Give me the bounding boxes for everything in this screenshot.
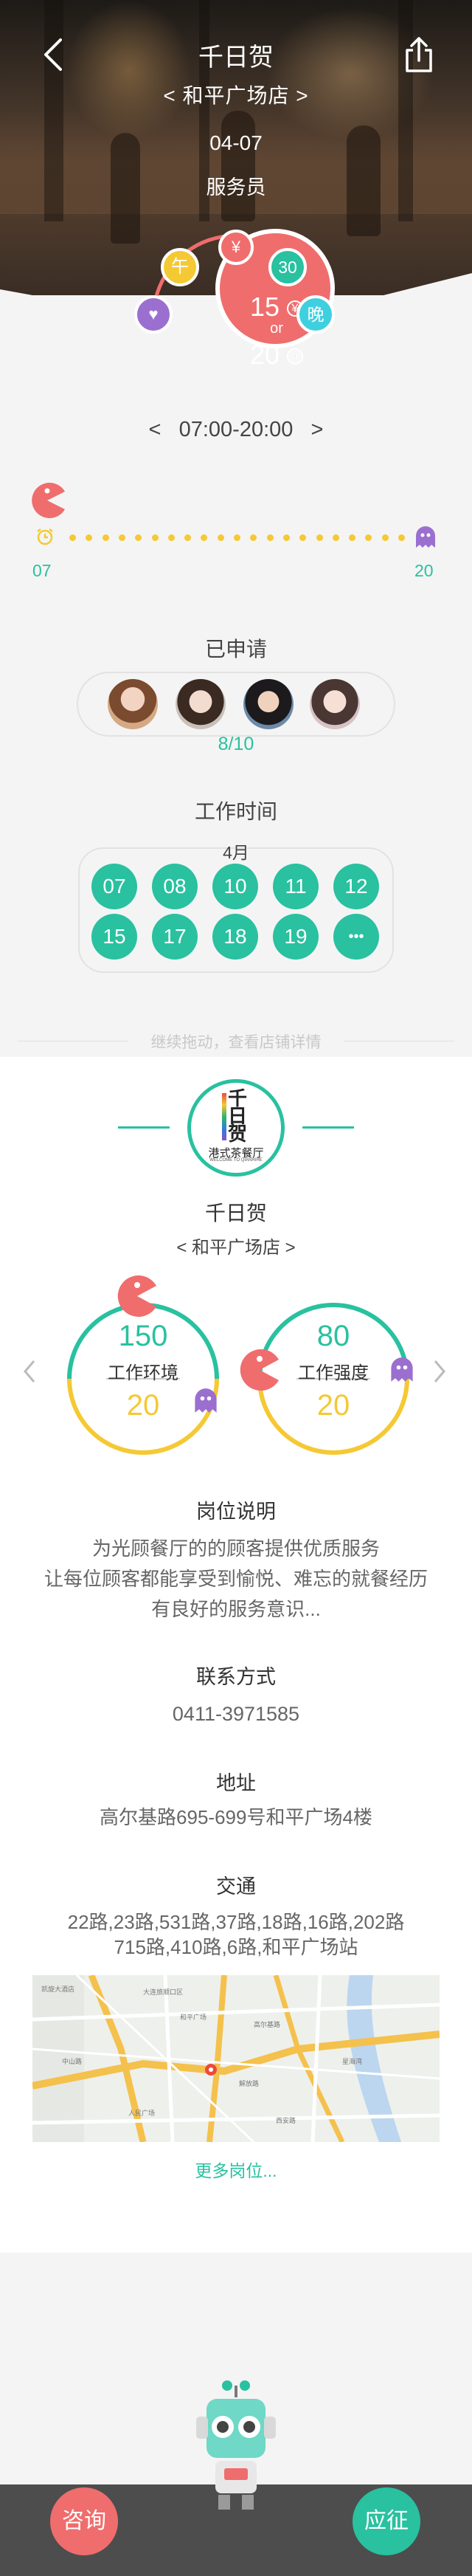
next-arrow[interactable]: [431, 1358, 448, 1385]
position-label: 服务员: [206, 176, 266, 199]
job-desc-line: 让每位顾客都能享受到愉悦、难忘的就餐经历: [44, 1568, 428, 1590]
timeline-dot: [250, 534, 257, 541]
applied-count: 8/10: [218, 734, 254, 754]
timeline-dot: [234, 534, 240, 541]
calendar-day[interactable]: 15: [91, 914, 137, 960]
calendar-day[interactable]: 08: [152, 864, 198, 909]
calendar-day[interactable]: 12: [333, 864, 379, 909]
avatar[interactable]: [310, 679, 360, 729]
date-label: 04-07: [209, 131, 263, 154]
prev-arrow[interactable]: [21, 1358, 38, 1385]
timeline-end: 20: [414, 561, 434, 580]
location-map[interactable]: 凯旋大酒店 大连旅顺口区和平广场 高尔基路中山路解放路 星海湾人民广场西安路: [32, 1975, 440, 2142]
timeline-dot: [299, 534, 307, 541]
rating-top-value: 80: [316, 1320, 350, 1352]
pacman-icon: [32, 483, 65, 518]
timeline-dot: [217, 534, 224, 541]
calendar-day[interactable]: 18: [212, 914, 258, 960]
timeline-dot: [167, 534, 175, 541]
contact-phone[interactable]: 0411-3971585: [0, 1699, 472, 1729]
yen-icon: ¥: [218, 230, 254, 265]
job-desc-line: 有良好的服务意识...: [151, 1598, 321, 1620]
shop-name: 千日贺: [204, 1202, 267, 1225]
timeline-dot: [118, 534, 125, 541]
work-time-title: 工作时间: [194, 800, 277, 823]
heart-icon: ♥: [134, 295, 173, 334]
branch-selector[interactable]: < 和平广场店 >: [0, 80, 472, 109]
timeline-dot: [349, 534, 356, 541]
timeline-dot: [135, 534, 142, 541]
calendar-day[interactable]: 17: [152, 914, 198, 960]
svg-text:解放路: 解放路: [239, 2079, 259, 2088]
rating-top-value: 150: [118, 1320, 168, 1352]
job-desc-title: 岗位说明: [196, 1501, 276, 1523]
page-title: 千日贺: [198, 44, 274, 72]
time-range-selector[interactable]: < 07:00-20:00 >: [0, 418, 472, 442]
svg-text:凯旋大酒店: 凯旋大酒店: [41, 1985, 74, 1994]
rating-label: 工作强度: [298, 1363, 369, 1383]
timeline-dot: [102, 534, 109, 541]
svg-text:人民广场: 人民广场: [128, 2109, 155, 2118]
thirty-badge: 30: [268, 248, 307, 286]
timeline-dot: [365, 534, 372, 541]
timeline-dot: [86, 534, 93, 541]
contact-title: 联系方式: [196, 1666, 276, 1688]
wage-alt: 20: [249, 340, 280, 370]
consult-button[interactable]: 咨询: [50, 2487, 118, 2555]
rating-bottom-value: 20: [316, 1389, 350, 1422]
calendar-day[interactable]: 10: [212, 864, 258, 909]
traffic-title: 交通: [216, 1876, 256, 1898]
lunch-badge: 午: [161, 248, 199, 286]
ghost-icon: [416, 526, 435, 548]
timeline-start: 07: [32, 561, 52, 580]
avatar[interactable]: [108, 679, 158, 729]
more-jobs-link[interactable]: 更多岗位...: [0, 2157, 472, 2182]
alt-unit: @: [287, 348, 304, 365]
timeline-dot: [184, 534, 192, 541]
shop-logo: 千日贺 港式茶餐厅 WELCOME TO QIANRIHE: [187, 1079, 285, 1177]
wage-hourly: 15: [249, 292, 280, 322]
avatar[interactable]: [176, 679, 226, 729]
timeline-dot: [381, 534, 389, 541]
apply-button[interactable]: 应征: [353, 2487, 420, 2555]
svg-text:西安路: 西安路: [276, 2116, 296, 2125]
calendar-day[interactable]: 07: [91, 864, 137, 909]
timeline-dot: [151, 534, 159, 541]
address-text: 高尔基路695-699号和平广场4楼: [100, 1806, 372, 1828]
svg-text:大连旅顺口区: 大连旅顺口区: [143, 1988, 183, 1997]
rating-bottom-value: 20: [126, 1389, 160, 1422]
applied-title: 已申请: [204, 638, 267, 661]
drag-hint: 继续拖动，查看店铺详情: [150, 1034, 322, 1051]
calendar-month: 4月: [223, 843, 249, 862]
job-desc-line: 为光顾餐厅的的顾客提供优质服务: [91, 1537, 380, 1560]
dinner-badge: 晚: [296, 295, 335, 334]
timeline-dot: [398, 534, 405, 541]
svg-text:高尔基路: 高尔基路: [254, 2020, 280, 2029]
shop-branch-selector[interactable]: < 和平广场店 >: [0, 1233, 472, 1258]
avatar[interactable]: [243, 679, 294, 729]
timeline-dot: [201, 534, 208, 541]
pacman-icon: [117, 1275, 156, 1317]
timeline-dot: [69, 534, 76, 541]
timeline-dot: [332, 534, 339, 541]
alarm-icon: [37, 528, 53, 545]
timeline-dot: [316, 534, 323, 541]
robot-mascot: [196, 2380, 276, 2510]
more-days-button[interactable]: •••: [333, 914, 379, 960]
rating-label: 工作环境: [108, 1363, 178, 1383]
timeline-dot: [282, 534, 290, 541]
logo-small-text: WELCOME TO QIANRIHE: [209, 1158, 263, 1163]
calendar-day[interactable]: 11: [273, 864, 319, 909]
traffic-line: 715路,410路,6路,和平广场站: [114, 1936, 358, 1958]
timeline-dot: [266, 534, 274, 541]
calendar-day[interactable]: 19: [273, 914, 319, 960]
svg-text:星海湾: 星海湾: [342, 2057, 362, 2066]
address-title: 地址: [216, 1772, 256, 1794]
svg-text:中山路: 中山路: [62, 2057, 82, 2066]
svg-text:和平广场: 和平广场: [180, 2013, 206, 2022]
logo-text: 千日贺: [228, 1088, 248, 1146]
